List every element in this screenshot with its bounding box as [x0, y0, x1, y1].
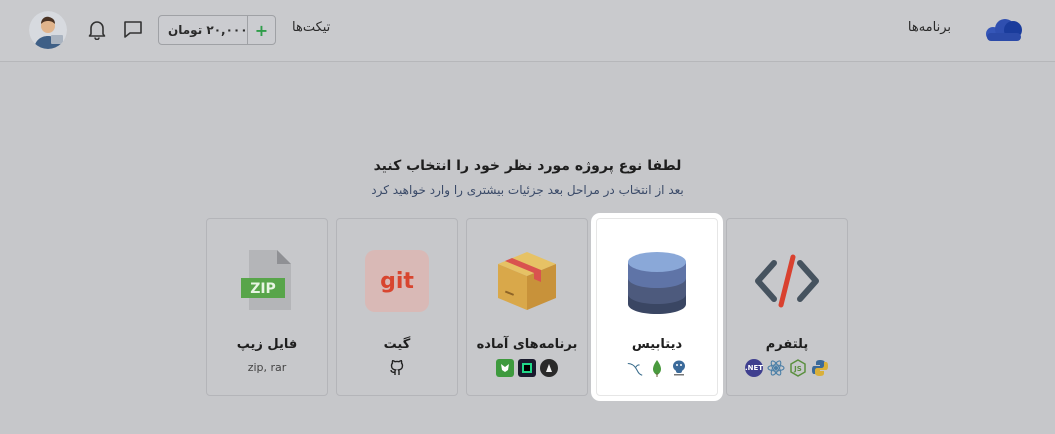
project-type-database-card[interactable]: دیتابیس — [596, 218, 718, 396]
pycharm-icon — [518, 359, 536, 377]
top-bar: برنامه‌ها تیکت‌ها ۲۰,۰۰۰ تومان + — [0, 0, 1055, 62]
nav-programs-link[interactable]: برنامه‌ها — [908, 20, 951, 35]
card-label: دیتابیس — [631, 337, 683, 352]
package-box-icon — [467, 245, 587, 317]
page-title: لطفا نوع پروژه مورد نظر خود را انتخاب کن… — [373, 158, 682, 174]
dotnet-icon: .NET — [745, 359, 763, 377]
mongodb-icon — [648, 359, 666, 377]
chat-icon[interactable] — [122, 18, 144, 40]
add-credit-button[interactable]: + — [247, 16, 275, 44]
git-badge-icon: git — [337, 245, 457, 317]
code-icon — [727, 245, 847, 317]
zip-file-icon: ZIP — [207, 245, 327, 317]
python-icon — [811, 359, 829, 377]
database-icon — [597, 245, 717, 317]
project-type-git-card[interactable]: git گیت — [336, 218, 458, 396]
nginx-icon — [496, 359, 514, 377]
nav-tickets-link[interactable]: تیکت‌ها — [292, 20, 330, 35]
project-type-zip-card[interactable]: ZIP فایل زیپ zip, rar — [206, 218, 328, 396]
project-type-ready-apps-card[interactable]: برنامه‌های آماده — [466, 218, 588, 396]
bell-icon[interactable] — [86, 18, 108, 41]
zip-badge-text: ZIP — [250, 281, 276, 297]
avatar[interactable] — [29, 11, 67, 49]
react-icon — [767, 359, 785, 377]
card-label: برنامه‌های آماده — [476, 337, 578, 352]
card-label: فایل زیپ — [236, 337, 298, 352]
kibana-icon — [540, 359, 558, 377]
tech-icons — [597, 359, 717, 377]
nodejs-icon: JS — [789, 359, 807, 377]
tech-icons: .NET JS — [727, 359, 847, 377]
tech-icons — [337, 359, 457, 377]
git-badge-text: git — [380, 268, 414, 294]
postgresql-icon — [670, 359, 688, 377]
wallet-balance[interactable]: ۲۰,۰۰۰ تومان + — [158, 15, 276, 45]
page-subtitle: بعد از انتخاب در مراحل بعد جزئیات بیشتری… — [371, 183, 684, 197]
nodejs-icon-text: JS — [793, 365, 802, 373]
github-icon — [388, 359, 406, 377]
wallet-amount: ۲۰,۰۰۰ تومان — [168, 23, 248, 37]
card-label: پلتفرم — [765, 337, 809, 352]
cloud-logo-icon[interactable] — [983, 16, 1025, 44]
card-subtext: zip, rar — [247, 361, 287, 374]
mysql-icon — [626, 359, 644, 377]
card-label: گیت — [383, 337, 411, 352]
project-type-platform-card[interactable]: پلتفرم .NET JS — [726, 218, 848, 396]
tech-icons — [467, 359, 587, 377]
